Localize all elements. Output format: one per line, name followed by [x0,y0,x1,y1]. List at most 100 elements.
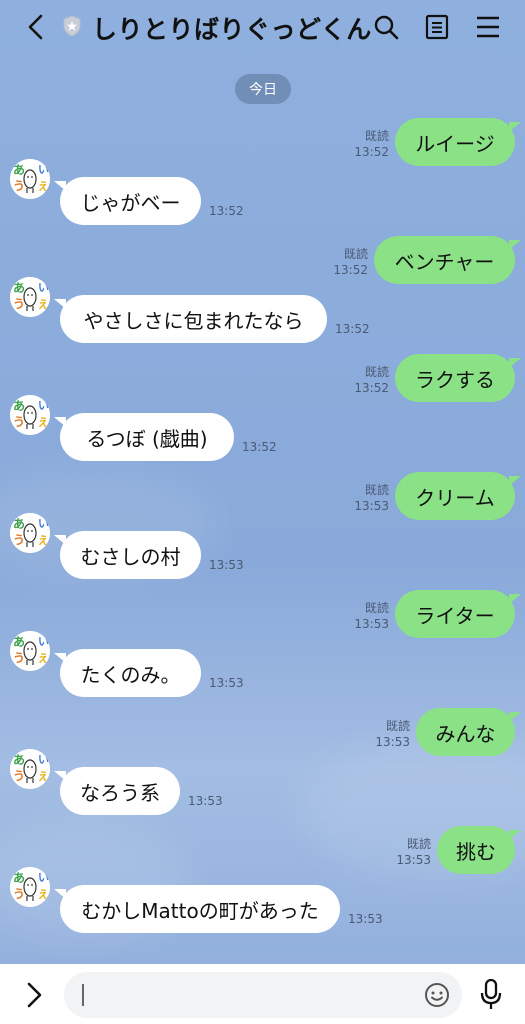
svg-text:い: い [38,281,49,294]
svg-text:い: い [38,163,49,176]
avatar[interactable]: あうえい [10,395,50,435]
received-message-bubble[interactable]: たくのみ。 [54,649,201,697]
svg-text:う: う [13,179,25,193]
sent-message-bubble[interactable]: みんな [416,708,521,756]
read-receipt: 既読 [364,601,389,615]
avatar-mascot-icon: あう えい [10,277,50,317]
message-time: 13:52 [354,145,389,159]
svg-text:う: う [13,651,25,665]
notes-button[interactable] [423,13,451,41]
shield-star-icon [62,15,82,37]
message-time: 13:52 [335,322,370,336]
sent-message-bubble[interactable]: ラクする [395,354,521,402]
svg-text:あ: あ [13,281,25,295]
input-bar [0,964,525,1024]
avatar-mascot-icon: あう えい [10,395,50,435]
message-meta: 既読 13:52 [347,364,389,396]
message-time: 13:53 [375,735,410,749]
read-receipt: 既読 [343,247,368,261]
avatar-mascot-icon: あう えい [10,867,50,907]
sent-message-bubble[interactable]: 挑む [437,826,521,874]
received-message-bubble[interactable]: じゃがベー [54,177,201,225]
microphone-icon [480,978,502,1009]
svg-text:え: え [38,298,49,311]
message-time: 13:52 [242,440,277,454]
message-meta: 既読 13:53 [389,836,431,868]
text-caret [82,984,84,1006]
read-receipt: 既読 [385,719,410,733]
svg-text:い: い [38,399,49,412]
chat-screen: しりとりばりぐっどくん 今日 既読 13:52 ルイージあうえい 13:52 じ… [0,0,525,1024]
message-input[interactable] [64,972,462,1018]
menu-button[interactable] [474,13,502,41]
avatar[interactable]: あうえい [10,749,50,789]
message-time: 13:52 [333,263,368,277]
svg-text:え: え [38,770,49,783]
message-time: 13:52 [354,381,389,395]
svg-text:う: う [13,415,25,429]
emoji-icon [425,983,449,1007]
message-meta: 既読 13:53 [368,718,410,750]
avatar[interactable]: あうえい [10,867,50,907]
search-icon [374,15,399,40]
sent-message-bubble[interactable]: ルイージ [395,118,521,166]
svg-text:う: う [13,297,25,311]
sent-message-bubble[interactable]: クリーム [395,472,521,520]
svg-text:い: い [38,635,49,648]
message-time: 13:53 [209,676,244,690]
message-time: 13:53 [396,853,431,867]
read-receipt: 既読 [364,129,389,143]
svg-text:う: う [13,769,25,783]
avatar[interactable]: あうえい [10,277,50,317]
message-time: 13:53 [354,499,389,513]
chat-header: しりとりばりぐっどくん [0,0,525,56]
message-time: 13:53 [188,794,223,808]
avatar-mascot-icon: あう えい [10,513,50,553]
received-message-bubble[interactable]: やさしさに包まれたなら [54,295,327,343]
message-meta: 既読 13:53 [347,600,389,632]
message-time: 13:52 [209,204,244,218]
avatar[interactable]: あうえい [10,513,50,553]
message-time: 13:53 [348,912,383,926]
microphone-button[interactable] [478,978,504,1012]
avatar[interactable]: あうえい [10,159,50,199]
svg-text:あ: あ [13,163,25,177]
received-message-bubble[interactable]: むかしMattoの町があった [54,885,340,933]
avatar-mascot-icon: あう えい [10,749,50,789]
sent-message-bubble[interactable]: ライター [395,590,521,638]
avatar[interactable]: あうえい [10,631,50,671]
received-message-bubble[interactable]: なろう系 [54,767,180,815]
message-meta: 既読 13:52 [326,246,368,278]
search-button[interactable] [372,13,400,41]
chat-title: しりとりばりぐっどくん [92,15,372,44]
message-time: 13:53 [209,558,244,572]
svg-text:あ: あ [13,517,25,531]
avatar-mascot-icon: あう えい [10,159,50,199]
menu-icon [477,16,499,38]
received-message-bubble[interactable]: るつぼ (戯曲) [54,413,234,461]
svg-text:え: え [38,652,49,665]
avatar-mascot-icon: あう えい [10,631,50,671]
svg-text:あ: あ [13,399,25,413]
svg-text:あ: あ [13,871,25,885]
svg-text:え: え [38,180,49,193]
read-receipt: 既読 [406,837,431,851]
read-receipt: 既読 [364,483,389,497]
svg-text:う: う [13,533,25,547]
sent-message-bubble[interactable]: ベンチャー [374,236,521,284]
expand-button[interactable] [24,980,50,1010]
svg-text:い: い [38,753,49,766]
chevron-left-icon [28,14,43,40]
chevron-right-icon [27,982,42,1008]
svg-text:あ: あ [13,635,25,649]
message-meta: 既読 13:53 [347,482,389,514]
received-message-bubble[interactable]: むさしの村 [54,531,201,579]
notes-icon [425,14,449,40]
message-time: 13:53 [354,617,389,631]
svg-text:あ: あ [13,753,25,767]
date-divider: 今日 [235,74,291,104]
back-button[interactable] [22,12,48,42]
message-meta: 既読 13:52 [347,128,389,160]
emoji-button[interactable] [424,982,450,1008]
read-receipt: 既読 [364,365,389,379]
